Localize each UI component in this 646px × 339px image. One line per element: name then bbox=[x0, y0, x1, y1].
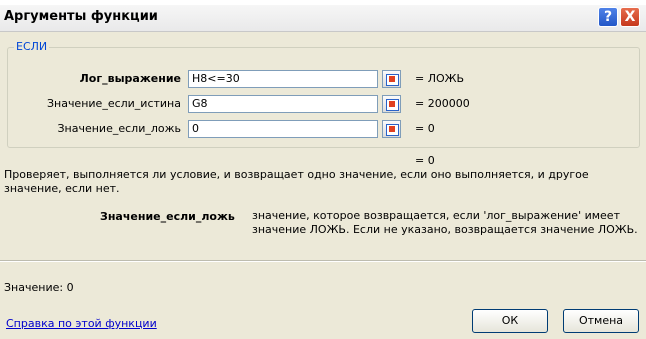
value-if-false-input[interactable]: 0 bbox=[188, 120, 378, 138]
arg-row-value-if-false: Значение_если_ложь 0 = 0 bbox=[0, 120, 646, 138]
formula-result: = 0 bbox=[415, 154, 435, 167]
close-button[interactable]: X bbox=[620, 7, 640, 27]
logical-test-input[interactable]: H8<=30 bbox=[188, 70, 378, 88]
value-if-true-input[interactable]: G8 bbox=[188, 95, 378, 113]
arg-result: = ЛОЖЬ bbox=[415, 72, 465, 85]
arg-label: Лог_выражение bbox=[79, 72, 181, 85]
arg-label: Значение_если_истина bbox=[46, 97, 181, 110]
divider bbox=[0, 260, 646, 262]
function-name: ЕСЛИ bbox=[14, 40, 50, 53]
function-description: Проверяет, выполняется ли условие, и воз… bbox=[4, 168, 589, 195]
cancel-button[interactable]: Отмена bbox=[563, 309, 639, 333]
ok-button[interactable]: ОК bbox=[472, 309, 548, 333]
arg-label: Значение_если_ложь bbox=[57, 122, 181, 135]
help-link[interactable]: Справка по этой функции bbox=[6, 317, 157, 330]
dialog-title: Аргументы функции bbox=[4, 9, 158, 24]
arg-result: = 0 bbox=[415, 122, 435, 135]
range-selector-icon[interactable] bbox=[382, 95, 401, 113]
title-bar[interactable]: Аргументы функции ? X bbox=[0, 5, 646, 32]
arg-row-logical-test: Лог_выражение H8<=30 = ЛОЖЬ bbox=[0, 70, 646, 88]
arg-result: = 200000 bbox=[415, 97, 470, 110]
arg-row-value-if-true: Значение_если_истина G8 = 200000 bbox=[0, 95, 646, 113]
arg-help-text: значение, которое возвращается, если 'ло… bbox=[252, 209, 638, 236]
arg-help-name: Значение_если_ложь bbox=[100, 210, 235, 223]
help-button[interactable]: ? bbox=[598, 7, 618, 27]
value-line: Значение: 0 bbox=[4, 281, 74, 294]
function-arguments-dialog: Аргументы функции ? X ЕСЛИ Лог_выражение… bbox=[0, 0, 646, 339]
range-selector-icon[interactable] bbox=[382, 70, 401, 88]
range-selector-icon[interactable] bbox=[382, 120, 401, 138]
